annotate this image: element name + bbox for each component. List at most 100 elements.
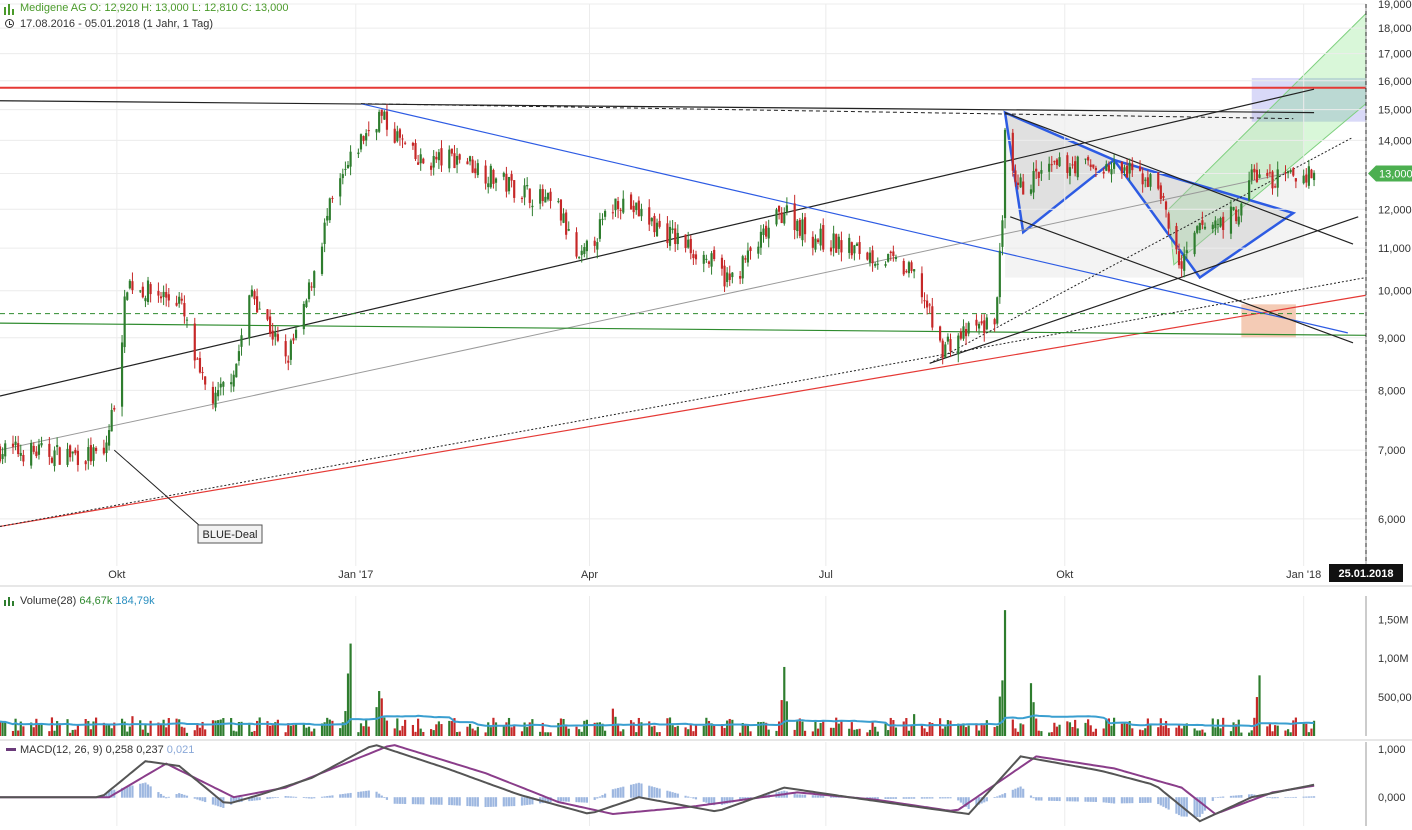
candle (671, 220, 674, 234)
volume-bar (1214, 727, 1217, 736)
candle (274, 325, 277, 346)
macd-histogram-bar (258, 797, 261, 801)
volume-bar (775, 730, 778, 736)
candle (887, 253, 890, 263)
volume-bar (837, 723, 840, 736)
volume-bar (149, 720, 152, 736)
macd-histogram-bar (676, 793, 679, 798)
volume-bar (378, 691, 381, 736)
candle (993, 317, 996, 332)
macd-histogram-bar (1312, 796, 1316, 798)
macd-histogram-bar (1092, 797, 1095, 802)
macd-histogram-bar (1162, 797, 1165, 807)
y-tick-label: 19,000 (1378, 0, 1412, 11)
macd-histogram-bar (1105, 797, 1108, 803)
candle (648, 199, 651, 232)
macd-histogram-bar (383, 797, 386, 798)
macd-histogram-bar (162, 795, 165, 798)
candle (531, 199, 534, 217)
volume-bar (959, 725, 962, 736)
macd-histogram-bar (949, 797, 952, 799)
volume-bar (1216, 719, 1220, 736)
candle (505, 166, 508, 198)
candle (362, 135, 365, 145)
candle (728, 265, 731, 287)
volume-bar (1198, 730, 1201, 736)
volume-bar (1146, 718, 1149, 736)
candle (611, 204, 614, 220)
candle (855, 242, 859, 247)
macd-histogram-bar (398, 797, 402, 804)
volume-bar (398, 730, 402, 736)
volume-value-2: 184,79k (115, 595, 155, 607)
volume-bar (69, 732, 72, 736)
candle (998, 242, 1001, 304)
volume-bar (814, 720, 817, 736)
volume-bar (1157, 727, 1160, 736)
macd-histogram-bar (1193, 797, 1196, 817)
candle (448, 145, 451, 173)
volume-bar (783, 666, 786, 736)
macd-histogram-bar (658, 788, 661, 798)
macd-histogram-bar (1157, 797, 1160, 805)
macd-histogram-bar (520, 797, 524, 806)
volume-bar (559, 718, 563, 736)
candle (692, 249, 695, 265)
candle (248, 294, 251, 346)
candle (853, 244, 856, 261)
candle (578, 256, 581, 260)
volume-bar (417, 718, 420, 736)
candle (240, 328, 243, 356)
volume-bar (585, 719, 589, 736)
volume-bar (967, 725, 970, 736)
candle (123, 289, 126, 353)
candle (258, 301, 261, 310)
candle (92, 444, 95, 467)
candle (816, 237, 820, 244)
candle (655, 218, 659, 237)
candle (731, 272, 734, 284)
macd-histogram-bar (1068, 797, 1072, 802)
volume-bar (1, 722, 4, 736)
volume-bar (944, 726, 947, 736)
candle (378, 109, 381, 134)
macd-histogram-bar (559, 797, 563, 802)
macd-histogram-bar (422, 797, 425, 805)
candle (819, 223, 822, 251)
stock-chart[interactable]: BLUE-Deal 19,000 18,000 17,000 16,000 15,000… (0, 0, 1412, 830)
candle (1011, 128, 1014, 177)
candle (674, 222, 677, 252)
candle (84, 460, 87, 471)
candle (305, 298, 308, 309)
candle (120, 335, 124, 417)
macd-histogram-bar (614, 788, 617, 798)
candle (102, 439, 105, 456)
macd-histogram-bar (430, 797, 433, 805)
candle (539, 184, 542, 210)
volume-bar (531, 719, 534, 736)
candle (796, 218, 799, 239)
volume-bar (816, 728, 820, 736)
candle (765, 221, 768, 240)
volume-bar (1011, 719, 1014, 736)
macd-histogram-bar (310, 797, 313, 799)
volume-bar (949, 720, 952, 736)
macd-histogram-bar (523, 797, 526, 806)
trend-line-grey-up (0, 173, 1286, 451)
candle (113, 405, 116, 412)
volume-bar (803, 730, 807, 736)
volume-bar (653, 725, 656, 736)
macd-histogram-bar (1087, 797, 1090, 802)
volume-bar (993, 727, 996, 736)
macd-histogram-bar (432, 797, 435, 805)
volume-bar (89, 729, 92, 736)
y-tick-label: 11,000 (1378, 243, 1411, 255)
volume-bar (346, 673, 350, 736)
volume-bar (1276, 725, 1279, 736)
candle (74, 447, 77, 456)
candle (326, 208, 329, 226)
volume-bar (1294, 717, 1297, 736)
volume-bar (1089, 725, 1092, 736)
x-tick-label: Okt (108, 569, 125, 581)
macd-histogram-bar (637, 782, 640, 798)
